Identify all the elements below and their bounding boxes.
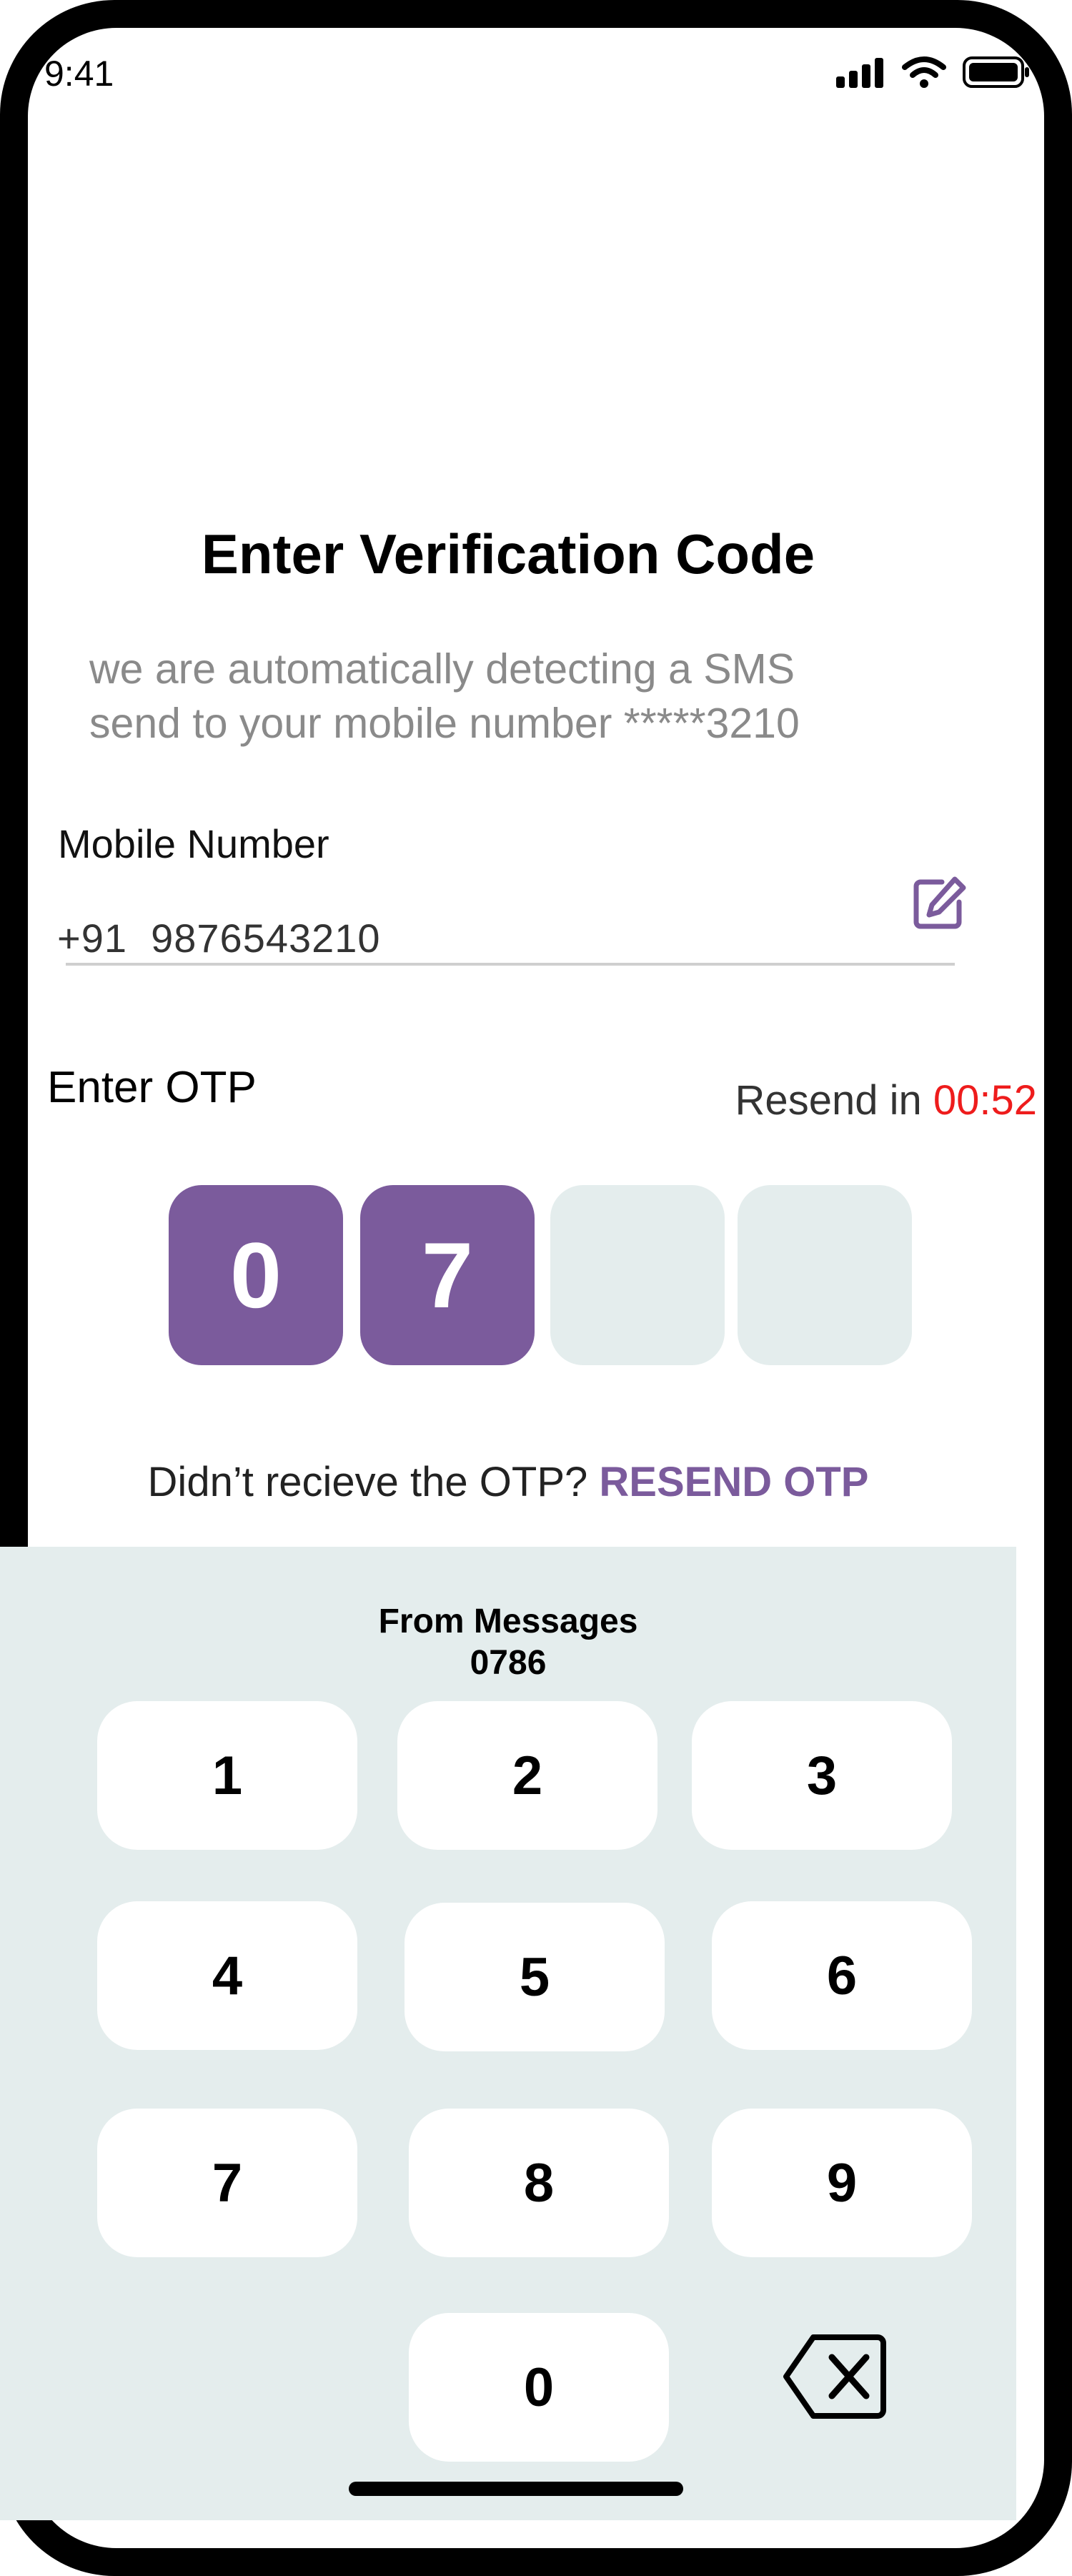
key-8[interactable]: 8 <box>409 2109 669 2257</box>
subtitle-line-1: we are automatically detecting a SMS <box>89 645 795 693</box>
edit-icon <box>913 876 966 929</box>
key-3[interactable]: 3 <box>692 1701 952 1850</box>
suggestion-source: From Messages <box>378 1602 638 1640</box>
sms-code-suggestion[interactable]: From Messages 0786 <box>0 1601 1016 1684</box>
key-7[interactable]: 7 <box>97 2109 357 2257</box>
mobile-number-underline <box>66 963 955 966</box>
subtitle-line-2: send to your mobile number *****3210 <box>89 700 800 747</box>
key-0[interactable]: 0 <box>409 2313 669 2462</box>
key-6[interactable]: 6 <box>712 1901 972 2050</box>
page-title: Enter Verification Code <box>201 522 815 585</box>
home-indicator[interactable] <box>349 2482 683 2496</box>
status-icons <box>835 56 1031 89</box>
key-9[interactable]: 9 <box>712 2109 972 2257</box>
backspace-icon <box>783 2334 886 2419</box>
otp-digit-box-1[interactable]: 0 <box>169 1185 343 1365</box>
resend-countdown: Resend in 00:52 <box>735 1076 1037 1124</box>
otp-digit-box-2[interactable]: 7 <box>360 1185 535 1365</box>
battery-icon <box>963 56 1029 88</box>
mobile-number-label: Mobile Number <box>58 821 329 866</box>
backspace-key[interactable] <box>782 2330 889 2423</box>
key-2[interactable]: 2 <box>397 1701 657 1850</box>
edit-button[interactable] <box>910 875 968 932</box>
didnt-receive-text: Didn’t recieve the OTP? <box>147 1459 600 1505</box>
otp-digit-box-3[interactable] <box>550 1185 725 1365</box>
otp-digit-box-4[interactable] <box>738 1185 912 1365</box>
wifi-icon <box>902 56 946 88</box>
resend-prefix: Resend in <box>735 1077 933 1124</box>
otp-label: Enter OTP <box>47 1063 257 1112</box>
signal-icon <box>836 58 883 88</box>
key-4[interactable]: 4 <box>97 1901 357 2050</box>
subtitle: we are automatically detecting a SMS sen… <box>89 642 990 750</box>
status-time: 9:41 <box>44 54 114 94</box>
resend-prompt: Didn’t recieve the OTP? RESEND OTP <box>0 1458 1016 1506</box>
resend-otp-link[interactable]: RESEND OTP <box>599 1459 868 1505</box>
resend-timer: 00:52 <box>933 1077 1037 1124</box>
key-5[interactable]: 5 <box>405 1903 665 2051</box>
key-1[interactable]: 1 <box>97 1701 357 1850</box>
mobile-number-field[interactable]: +91 9876543210 <box>57 915 381 961</box>
suggestion-code: 0786 <box>470 1644 547 1682</box>
